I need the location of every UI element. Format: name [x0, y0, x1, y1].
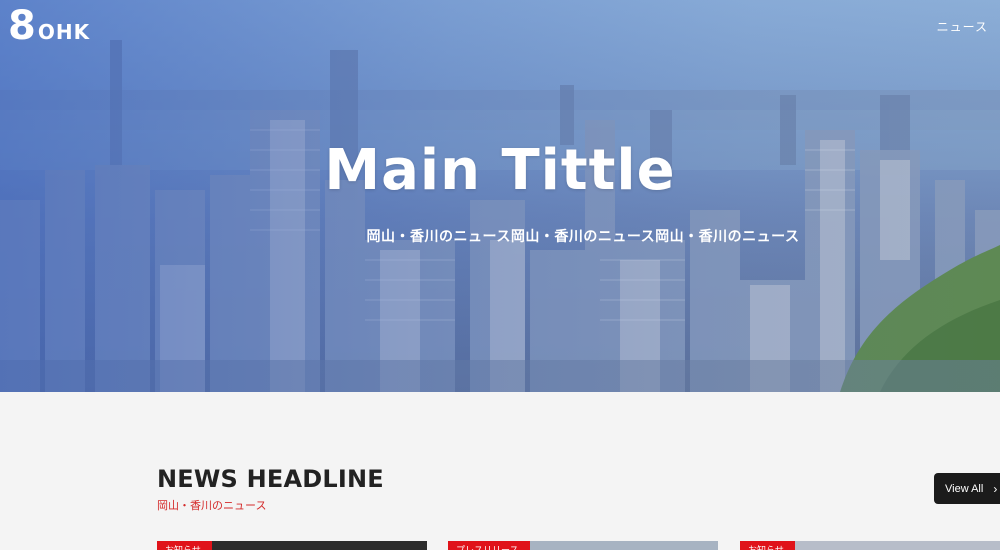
hero-banner: 8 OHK ニュース Main Tittle 岡山・香川のニュース岡山・香川のニ…: [0, 0, 1000, 392]
news-card[interactable]: プレスリリース: [448, 541, 718, 550]
news-category-badge: お知らせ: [157, 541, 212, 550]
nav-link-news[interactable]: ニュース: [937, 18, 988, 35]
view-all-label: View All: [945, 482, 984, 495]
logo-text: OHK: [37, 20, 91, 44]
site-logo[interactable]: 8 OHK: [8, 6, 90, 46]
news-headline-subtitle: 岡山・香川のニュース: [157, 500, 267, 512]
news-category-badge: お知らせ: [740, 541, 795, 550]
logo-number: 8: [8, 3, 36, 49]
news-card[interactable]: お知らせ: [157, 541, 427, 550]
hero-title: Main Tittle: [324, 138, 676, 203]
news-category-badge: プレスリリース: [448, 541, 530, 550]
hero-subtitle: 岡山・香川のニュース岡山・香川のニュース岡山・香川のニュース: [366, 229, 800, 245]
view-all-button[interactable]: View All ›: [934, 473, 1000, 504]
chevron-right-icon: ›: [993, 481, 998, 496]
news-card[interactable]: お知らせ: [740, 541, 1000, 550]
news-headline-title: NEWS HEADLINE: [157, 465, 384, 493]
